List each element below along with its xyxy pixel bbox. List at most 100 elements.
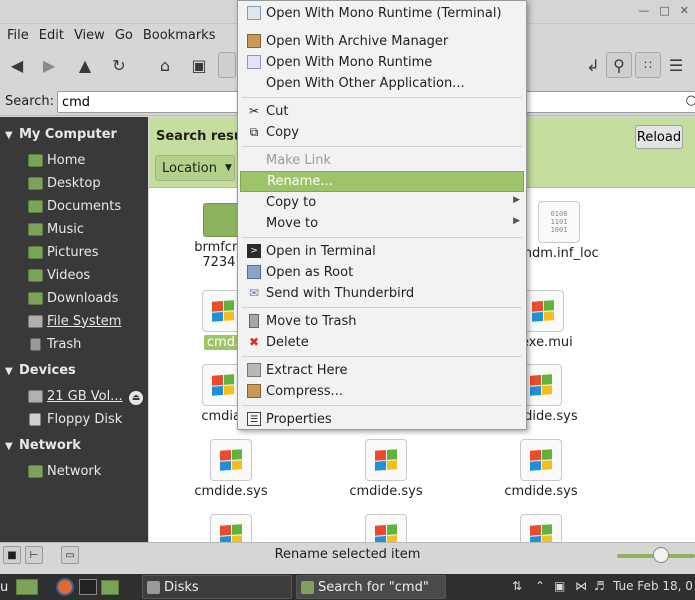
refresh-icon[interactable]: ↻ xyxy=(106,52,132,78)
videos-folder-icon xyxy=(28,268,43,282)
menu-label: Cut xyxy=(266,104,289,119)
menu-open-root[interactable]: Open as Root xyxy=(240,262,524,283)
search-clear-icon[interactable]: ○ xyxy=(686,93,695,108)
sidebar-item-music[interactable]: Music xyxy=(28,219,84,239)
clock[interactable]: Tue Feb 18, 0 xyxy=(613,579,693,593)
terminal-launcher-icon[interactable] xyxy=(79,576,97,598)
sidebar-item-downloads[interactable]: Downloads xyxy=(28,288,118,308)
menu-delete[interactable]: ✖ Delete xyxy=(240,332,524,353)
windows-file-icon xyxy=(520,439,562,481)
file-item[interactable]: cmdide.sys xyxy=(326,439,446,499)
menu-rename[interactable]: Rename... xyxy=(240,171,524,192)
sidebar-item-label: 21 GB Vol... xyxy=(47,388,123,404)
menu-label: Compress... xyxy=(266,384,343,399)
sidebar-item-documents[interactable]: Documents xyxy=(28,196,121,216)
sidebar-item-label: Videos xyxy=(47,267,91,283)
up-arrow-tray-icon[interactable]: ⌃ xyxy=(535,579,545,593)
file-item[interactable] xyxy=(481,514,601,542)
menu-send-thunderbird[interactable]: ✉ Send with Thunderbird xyxy=(240,283,524,304)
path-toggle-button[interactable] xyxy=(218,52,236,78)
menu-properties[interactable]: ☰ Properties xyxy=(240,409,524,430)
reload-button[interactable]: Reload xyxy=(635,125,683,149)
sidebar-item-videos[interactable]: Videos xyxy=(28,265,90,285)
close-icon[interactable]: ✕ xyxy=(680,4,689,17)
sidebar-item-network[interactable]: Network xyxy=(28,461,101,481)
back-icon[interactable]: ◀ xyxy=(4,52,30,78)
menu-move-to[interactable]: Move to ▶ xyxy=(240,213,524,234)
submenu-arrow-icon: ▶ xyxy=(513,195,520,205)
sidebar-item-pictures[interactable]: Pictures xyxy=(28,242,98,262)
sidebar-item-floppy[interactable]: Floppy Disk xyxy=(28,409,122,429)
menu-open-mono-terminal[interactable]: Open With Mono Runtime (Terminal) xyxy=(240,3,524,24)
show-desktop-icon[interactable] xyxy=(16,576,38,598)
sidebar-item-home[interactable]: Home xyxy=(28,150,85,170)
sidebar-item-file-system[interactable]: File System xyxy=(28,311,121,331)
menu-open-archive-manager[interactable]: Open With Archive Manager xyxy=(240,31,524,52)
menu-open-other[interactable]: Open With Other Application... xyxy=(240,73,524,94)
section-devices[interactable]: ▼ Devices xyxy=(5,363,76,378)
mono-icon xyxy=(247,6,261,20)
section-my-computer[interactable]: ▼ My Computer xyxy=(5,127,117,142)
menu-open-terminal[interactable]: > Open in Terminal xyxy=(240,241,524,262)
menu-cut[interactable]: ✂ Cut xyxy=(240,101,524,122)
menu-open-mono[interactable]: Open With Mono Runtime xyxy=(240,52,524,73)
section-network[interactable]: ▼ Network xyxy=(5,438,81,453)
bluetooth-tray-icon[interactable]: ⋈ xyxy=(575,579,587,593)
windows-file-icon xyxy=(522,290,564,332)
menu-go[interactable]: Go xyxy=(110,28,138,43)
cut-icon: ✂ xyxy=(248,104,260,118)
up-icon[interactable]: ▲ xyxy=(72,52,98,78)
file-item[interactable] xyxy=(326,514,446,542)
location-toggle-icon[interactable]: ↲ xyxy=(580,52,606,78)
menu-move-trash[interactable]: Move to Trash xyxy=(240,311,524,332)
statusbar: ■ ⊢ ▭ Rename selected item xyxy=(0,542,695,566)
file-item[interactable]: cmdide.sys xyxy=(171,439,291,499)
computer-icon[interactable]: ▣ xyxy=(186,52,212,78)
menu-separator xyxy=(242,307,522,308)
binary-line: 0100 xyxy=(550,210,568,218)
sidebar-item-volume[interactable]: 21 GB Vol... xyxy=(28,386,123,406)
music-folder-icon xyxy=(28,222,43,236)
file-item[interactable]: cmdide.sys xyxy=(481,439,601,499)
menu-make-link[interactable]: Make Link xyxy=(240,150,524,171)
filesystem-icon xyxy=(28,314,43,328)
menu-label: Open With Archive Manager xyxy=(266,34,449,49)
zoom-slider-handle[interactable] xyxy=(653,547,669,563)
menu-file[interactable]: File xyxy=(2,28,34,43)
menu-extract-here[interactable]: Extract Here xyxy=(240,360,524,381)
menu-copy[interactable]: ⧉ Copy xyxy=(240,122,524,143)
files-launcher-icon[interactable] xyxy=(101,576,119,598)
location-label: Location xyxy=(162,160,217,176)
updates-tray-icon[interactable]: ▣ xyxy=(554,579,565,593)
binary-line: 1001 xyxy=(550,226,568,234)
menu-edit[interactable]: Edit xyxy=(34,28,69,43)
file-item[interactable] xyxy=(171,514,291,542)
list-view-icon[interactable]: ☰ xyxy=(663,52,689,78)
volume-tray-icon[interactable]: ♬ xyxy=(594,579,605,593)
firefox-icon[interactable] xyxy=(56,576,74,598)
forward-icon[interactable]: ▶ xyxy=(36,52,62,78)
menu-view[interactable]: View xyxy=(69,28,110,43)
network-tray-icon[interactable]: ⇅ xyxy=(512,579,522,593)
menu-label: Send with Thunderbird xyxy=(266,286,415,301)
menu-compress[interactable]: Compress... xyxy=(240,381,524,402)
task-search[interactable]: Search for "cmd" xyxy=(296,575,446,599)
task-disks[interactable]: Disks xyxy=(142,575,292,599)
sidebar-item-label: Desktop xyxy=(47,175,101,191)
sidebar-item-desktop[interactable]: Desktop xyxy=(28,173,101,193)
sidebar-item-trash[interactable]: Trash xyxy=(28,334,81,354)
start-menu-label[interactable]: u xyxy=(0,576,8,598)
desktop-folder-icon xyxy=(28,176,43,190)
location-dropdown[interactable]: Location ▼ xyxy=(155,155,235,181)
home-icon[interactable]: ⌂ xyxy=(152,52,178,78)
maximize-icon[interactable]: □ xyxy=(659,4,669,17)
icon-view-icon[interactable]: ∷ xyxy=(635,52,661,78)
menu-separator xyxy=(242,356,522,357)
file-name: cmdide.sys xyxy=(504,484,578,499)
search-icon[interactable]: ⚲ xyxy=(606,52,632,78)
eject-icon[interactable]: ⏏ xyxy=(129,391,143,405)
menu-copy-to[interactable]: Copy to ▶ xyxy=(240,192,524,213)
menu-bookmarks[interactable]: Bookmarks xyxy=(138,28,221,43)
minimize-icon[interactable]: — xyxy=(638,4,649,17)
sidebar-item-label: Pictures xyxy=(47,244,99,260)
